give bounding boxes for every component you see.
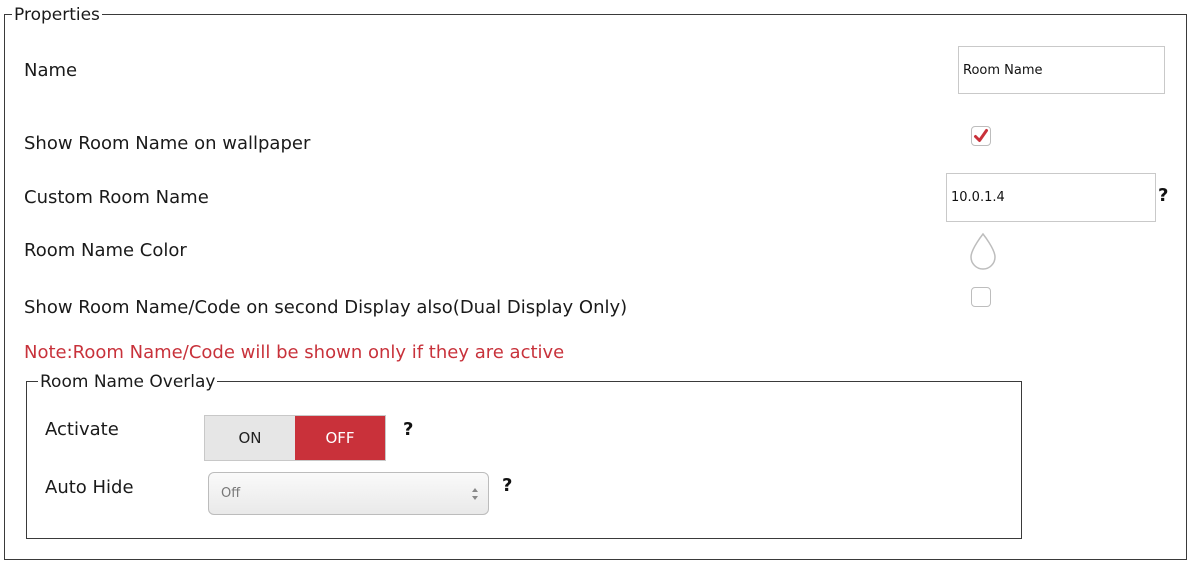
auto-hide-value: Off <box>221 486 241 501</box>
color-drop-icon[interactable] <box>968 231 998 271</box>
second-display-checkbox[interactable] <box>971 287 991 307</box>
room-name-overlay-fieldset <box>26 381 1022 539</box>
show-on-wallpaper-label: Show Room Name on wallpaper <box>24 133 311 154</box>
room-name-color-label: Room Name Color <box>24 240 187 261</box>
activate-help-icon[interactable]: ? <box>403 419 413 440</box>
custom-room-name-label: Custom Room Name <box>24 187 209 208</box>
select-arrows-icon <box>472 488 478 500</box>
custom-room-name-input[interactable]: 10.0.1.4 <box>946 173 1156 222</box>
activate-on-button[interactable]: ON <box>205 416 295 460</box>
auto-hide-help-icon[interactable]: ? <box>502 475 512 496</box>
activate-label: Activate <box>45 419 119 440</box>
name-input[interactable]: Room Name <box>958 46 1165 94</box>
activate-toggle: ON OFF <box>204 415 386 461</box>
auto-hide-label: Auto Hide <box>45 477 134 498</box>
second-display-label: Show Room Name/Code on second Display al… <box>24 297 628 318</box>
auto-hide-select[interactable]: Off <box>208 472 489 515</box>
show-on-wallpaper-checkbox[interactable] <box>971 126 991 146</box>
name-label: Name <box>24 60 78 81</box>
checkmark-icon <box>974 129 988 142</box>
properties-legend: Properties <box>12 5 102 25</box>
custom-room-name-help-icon[interactable]: ? <box>1158 185 1168 206</box>
activate-off-button[interactable]: OFF <box>295 416 385 460</box>
room-name-overlay-legend: Room Name Overlay <box>38 372 218 392</box>
active-note: Note:Room Name/Code will be shown only i… <box>24 342 565 363</box>
